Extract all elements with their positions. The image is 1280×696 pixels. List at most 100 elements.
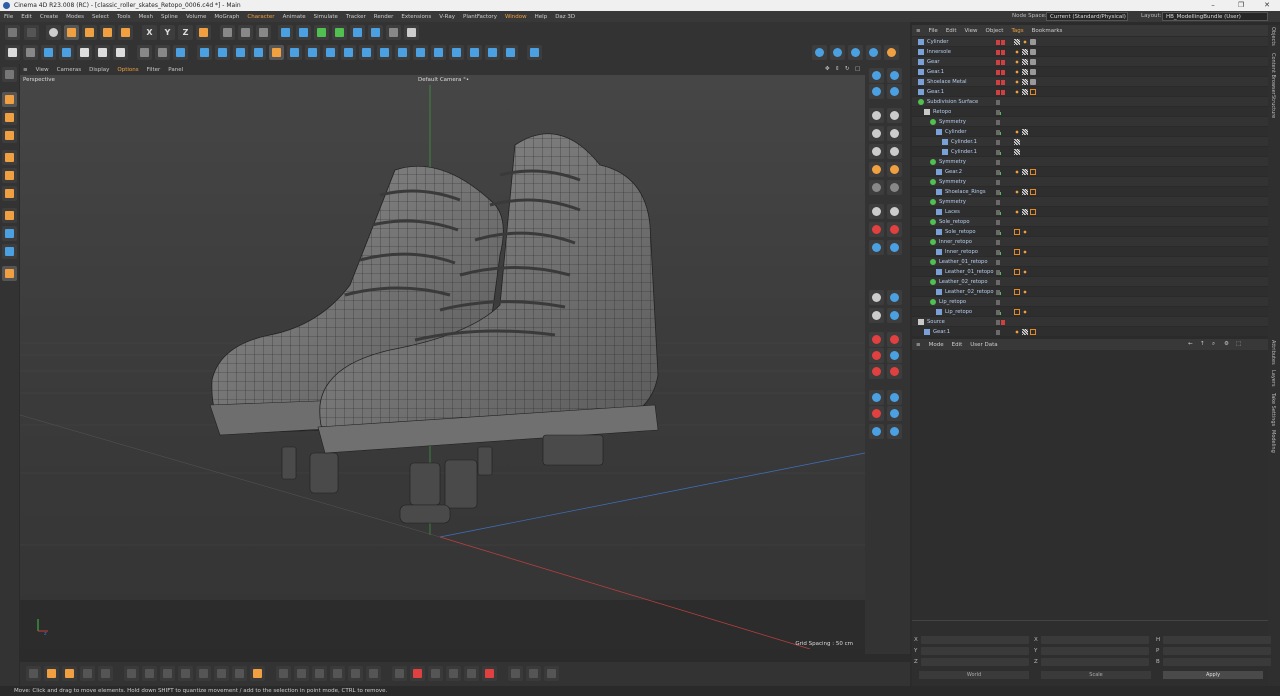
side-tab-modeling[interactable]: Modeling	[1270, 430, 1276, 453]
object-row[interactable]: Gear.1	[912, 67, 1268, 77]
object-row[interactable]: Source	[912, 317, 1268, 327]
object-visibility-flags[interactable]	[996, 99, 1006, 115]
coord-field[interactable]	[1163, 636, 1271, 644]
coord-field[interactable]	[1163, 647, 1271, 655]
object-visibility-flags[interactable]	[996, 109, 1006, 125]
side-tab-layers[interactable]: Layers	[1270, 370, 1276, 387]
tag-check-icon[interactable]	[1022, 49, 1028, 55]
inner-extrude-button[interactable]	[305, 45, 320, 60]
tag-gray-icon[interactable]	[1030, 69, 1036, 75]
tool-palette-button-10[interactable]	[887, 144, 902, 159]
om-hamburger-icon[interactable]: ≡	[912, 26, 925, 37]
object-row[interactable]: Gear.2	[912, 167, 1268, 185]
object-visibility-flags[interactable]	[996, 279, 1006, 295]
axis-mode-button[interactable]	[2, 208, 17, 223]
tag-check-icon[interactable]	[1022, 69, 1028, 75]
timeline-button-17[interactable]	[330, 666, 345, 681]
bridge-button[interactable]	[341, 45, 356, 60]
lock-x-button[interactable]: X	[142, 25, 157, 40]
object-row[interactable]: Retopo	[912, 107, 1268, 125]
object-row[interactable]: Leather_01_retopo	[912, 257, 1268, 275]
tool-palette-button-2[interactable]	[887, 68, 902, 83]
points-mode-button[interactable]	[2, 150, 17, 165]
tool-palette-button-11[interactable]	[869, 162, 884, 177]
tool-palette-button-7[interactable]	[869, 126, 884, 141]
tag-check-icon[interactable]	[1022, 129, 1028, 135]
object-row[interactable]: Gear.1	[912, 87, 1268, 97]
timeline-button-25[interactable]	[482, 666, 497, 681]
move-button[interactable]	[64, 25, 79, 40]
snap-button[interactable]	[197, 45, 212, 60]
light-button[interactable]	[404, 25, 419, 40]
stitch-button[interactable]	[377, 45, 392, 60]
save-button[interactable]	[77, 45, 92, 60]
tag-dot-icon[interactable]	[1014, 169, 1020, 175]
object-visibility-flags[interactable]	[996, 209, 1006, 225]
edges-mode-button[interactable]	[2, 168, 17, 183]
texture-mode-button[interactable]	[155, 45, 170, 60]
object-visibility-flags[interactable]	[996, 299, 1006, 315]
timeline-button-26[interactable]	[508, 666, 523, 681]
om-menu-edit[interactable]: Edit	[942, 26, 961, 37]
tag-rect-icon[interactable]	[1014, 309, 1020, 315]
tag-dot-icon[interactable]	[1014, 209, 1020, 215]
object-visibility-flags[interactable]	[996, 89, 1006, 95]
om-menu-bookmarks[interactable]: Bookmarks	[1028, 26, 1067, 37]
render-settings-button[interactable]	[256, 25, 271, 40]
tag-dot-icon[interactable]	[1022, 39, 1028, 45]
live-selection-button[interactable]	[269, 45, 284, 60]
object-row[interactable]: Shoelace_Rings	[912, 187, 1268, 205]
coord-mode-dropdown[interactable]: Scale	[1041, 671, 1151, 679]
snap-button[interactable]	[2, 244, 17, 259]
tool-palette-button-8[interactable]	[887, 126, 902, 141]
coord-field[interactable]	[921, 658, 1029, 666]
tag-check-icon[interactable]	[1022, 169, 1028, 175]
render-region-button[interactable]	[113, 45, 128, 60]
node-space-dropdown[interactable]: Current (Standard/Physical)	[1046, 12, 1128, 21]
object-row[interactable]: Symmetry	[912, 177, 1268, 195]
object-row[interactable]: Leather_02_retopo	[912, 287, 1268, 305]
tag-check-icon[interactable]	[1022, 89, 1028, 95]
zoom-view-icon[interactable]: ⇕	[835, 64, 840, 75]
object-row[interactable]: Symmetry	[912, 157, 1268, 175]
coordinate-system-button[interactable]	[196, 25, 211, 40]
timeline-button-7[interactable]	[142, 666, 157, 681]
render-view-button[interactable]	[220, 25, 235, 40]
tool-palette-button-25[interactable]	[869, 332, 884, 347]
tool-palette-button-9[interactable]	[869, 144, 884, 159]
tool-palette-button-32[interactable]	[887, 390, 902, 405]
redo-button[interactable]	[24, 25, 39, 40]
timeline-button-9[interactable]	[178, 666, 193, 681]
tag-rect-icon[interactable]	[1030, 89, 1036, 95]
timeline-button-23[interactable]	[446, 666, 461, 681]
side-tab-structure[interactable]: Structure	[1270, 95, 1276, 118]
tool-palette-button-1[interactable]	[869, 68, 884, 83]
timeline-button-27[interactable]	[526, 666, 541, 681]
apply-button[interactable]: Apply	[1163, 671, 1263, 679]
object-visibility-flags[interactable]	[996, 129, 1006, 145]
timeline-button-14[interactable]	[276, 666, 291, 681]
workplane-button[interactable]	[2, 266, 17, 281]
side-tab-take-settings[interactable]: Take Settings	[1270, 393, 1276, 426]
object-visibility-flags[interactable]	[996, 149, 1006, 165]
uv-mode-button[interactable]	[2, 128, 17, 143]
object-row[interactable]: Lip_retopo	[912, 307, 1268, 325]
object-visibility-flags[interactable]	[996, 59, 1006, 65]
object-visibility-flags[interactable]	[996, 139, 1006, 155]
tool-palette-button-27[interactable]	[869, 348, 884, 363]
lock-y-button[interactable]: Y	[160, 25, 175, 40]
tool-palette-button-30[interactable]	[887, 364, 902, 379]
tag-rect-icon[interactable]	[1030, 209, 1036, 215]
viewport-layout-button-3[interactable]	[848, 45, 863, 60]
timeline-button-11[interactable]	[214, 666, 229, 681]
timeline-button-28[interactable]	[544, 666, 559, 681]
tag-rect-icon[interactable]	[1030, 189, 1036, 195]
timeline-button-15[interactable]	[294, 666, 309, 681]
object-visibility-flags[interactable]	[996, 199, 1006, 215]
object-row[interactable]: Leather_02_retopo	[912, 277, 1268, 295]
polygon-pen-button[interactable]	[215, 45, 230, 60]
render-picture-viewer-button[interactable]	[238, 25, 253, 40]
tag-check-icon[interactable]	[1022, 79, 1028, 85]
tool-palette-button-6[interactable]	[887, 108, 902, 123]
object-visibility-flags[interactable]	[996, 269, 1006, 285]
